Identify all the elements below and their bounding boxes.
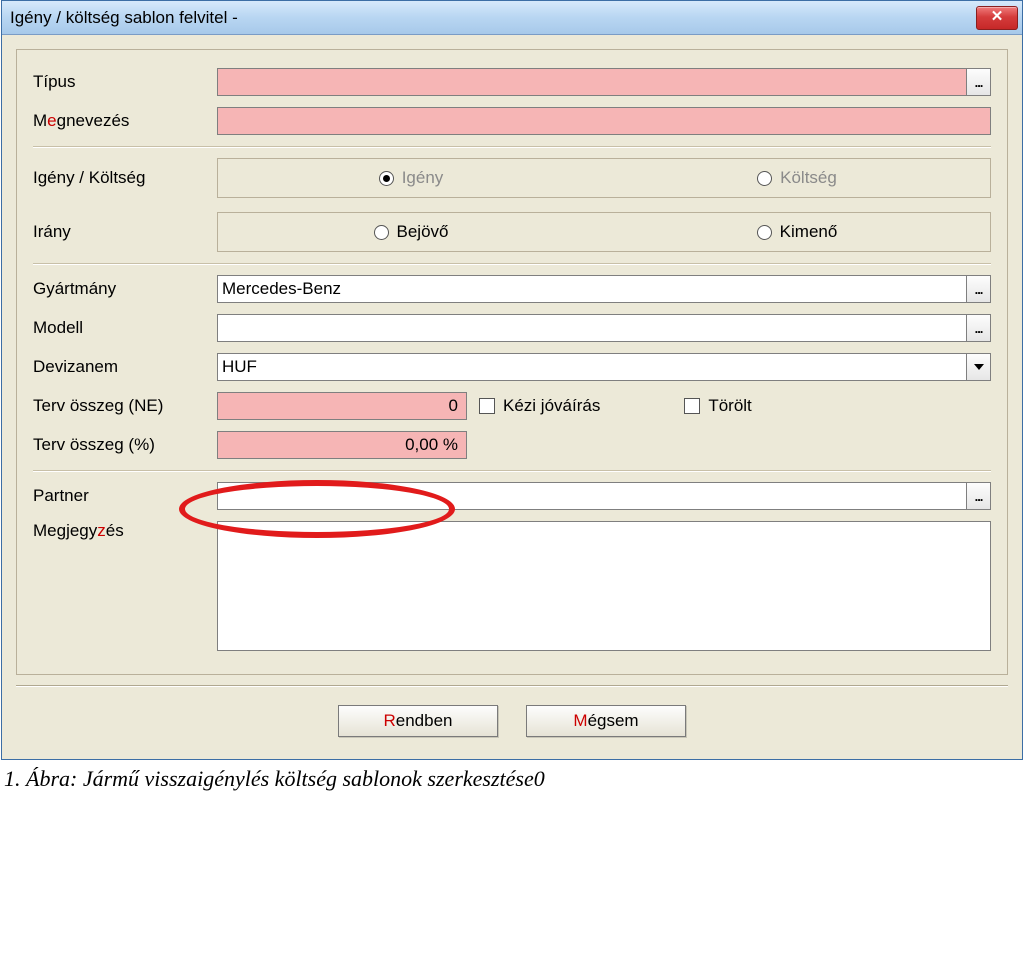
field-devizanem[interactable]: HUF	[217, 353, 991, 381]
row-gyartmany: Gyártmány Mercedes-Benz ...	[33, 275, 991, 303]
radio-igeny[interactable]: Igény	[218, 168, 604, 188]
field-megjegyzes[interactable]	[217, 521, 991, 651]
label-megjegyzes: Megjegyzés	[33, 521, 217, 541]
lookup-tipus-button[interactable]: ...	[966, 69, 990, 95]
label-megnevezes: Megnevezés	[33, 111, 217, 131]
field-gyartmany[interactable]: Mercedes-Benz ...	[217, 275, 991, 303]
divider	[33, 470, 991, 472]
radio-kimeno-label: Kimenő	[780, 222, 838, 242]
lookup-partner-button[interactable]: ...	[966, 483, 990, 509]
radio-icon	[757, 225, 772, 240]
radio-bejovo[interactable]: Bejövő	[218, 222, 604, 242]
radiogroup-igeny-koltseg: Igény Költség	[217, 158, 991, 198]
row-megjegyzes: Megjegyzés	[33, 521, 991, 651]
label-devizanem: Devizanem	[33, 357, 217, 377]
row-irany: Irány Bejövő Kimenő	[33, 212, 991, 252]
row-igeny-koltseg: Igény / Költség Igény Költség	[33, 158, 991, 198]
label-gyartmany: Gyártmány	[33, 279, 217, 299]
row-tipus: Típus ...	[33, 68, 991, 96]
row-modell: Modell ...	[33, 314, 991, 342]
figure-caption: 1. Ábra: Jármű visszaigénylés költség sa…	[0, 760, 1024, 802]
button-bar: Rendben Mégsem	[16, 687, 1008, 751]
dialog-window: Igény / költség sablon felvitel - ✕ Típu…	[1, 0, 1023, 760]
field-megnevezes[interactable]	[217, 107, 991, 135]
field-terv-ne[interactable]: 0	[217, 392, 467, 420]
row-partner: Partner ...	[33, 482, 991, 510]
field-terv-pct[interactable]: 0,00 %	[217, 431, 467, 459]
divider	[33, 263, 991, 265]
window-title: Igény / költség sablon felvitel -	[10, 8, 238, 28]
radio-kimeno[interactable]: Kimenő	[604, 222, 990, 242]
radio-icon	[379, 171, 394, 186]
field-gyartmany-value: Mercedes-Benz	[222, 279, 966, 299]
label-igeny-koltseg: Igény / Költség	[33, 168, 217, 188]
radio-icon	[374, 225, 389, 240]
label-partner: Partner	[33, 486, 217, 506]
radio-icon	[757, 171, 772, 186]
cancel-button[interactable]: Mégsem	[526, 705, 686, 737]
label-irany: Irány	[33, 222, 217, 242]
radio-igeny-label: Igény	[402, 168, 444, 188]
divider	[33, 146, 991, 148]
titlebar[interactable]: Igény / költség sablon felvitel - ✕	[2, 1, 1022, 35]
label-tipus: Típus	[33, 72, 217, 92]
radio-koltseg[interactable]: Költség	[604, 168, 990, 188]
check-kezi-label: Kézi jóváírás	[503, 396, 600, 416]
radio-koltseg-label: Költség	[780, 168, 837, 188]
lookup-gyartmany-button[interactable]: ...	[966, 276, 990, 302]
form-panel: Típus ... Megnevezés	[16, 49, 1008, 675]
label-modell: Modell	[33, 318, 217, 338]
close-button[interactable]: ✕	[976, 6, 1018, 30]
radio-bejovo-label: Bejövő	[397, 222, 449, 242]
client-area: Típus ... Megnevezés	[2, 35, 1022, 759]
field-devizanem-value: HUF	[222, 357, 966, 377]
dropdown-devizanem-button[interactable]	[966, 354, 990, 380]
row-megnevezes: Megnevezés	[33, 107, 991, 135]
label-terv-ne: Terv összeg (NE)	[33, 396, 217, 416]
row-devizanem: Devizanem HUF	[33, 353, 991, 381]
row-terv-pct: Terv összeg (%) 0,00 %	[33, 431, 991, 459]
check-torolt[interactable]: Törölt	[684, 396, 751, 416]
checkbox-icon	[684, 398, 700, 414]
check-torolt-label: Törölt	[708, 396, 751, 416]
field-terv-pct-value: 0,00 %	[405, 435, 458, 455]
label-terv-pct: Terv összeg (%)	[33, 435, 217, 455]
lookup-modell-button[interactable]: ...	[966, 315, 990, 341]
close-icon: ✕	[991, 8, 1004, 25]
field-partner[interactable]: ...	[217, 482, 991, 510]
check-kezi[interactable]: Kézi jóváírás	[479, 396, 600, 416]
field-terv-ne-value: 0	[449, 396, 458, 416]
ok-button[interactable]: Rendben	[338, 705, 498, 737]
field-modell[interactable]: ...	[217, 314, 991, 342]
row-terv-ne: Terv összeg (NE) 0 Kézi jóváírás Törölt	[33, 392, 991, 420]
radiogroup-irany: Bejövő Kimenő	[217, 212, 991, 252]
field-tipus[interactable]: ...	[217, 68, 991, 96]
checkbox-icon	[479, 398, 495, 414]
